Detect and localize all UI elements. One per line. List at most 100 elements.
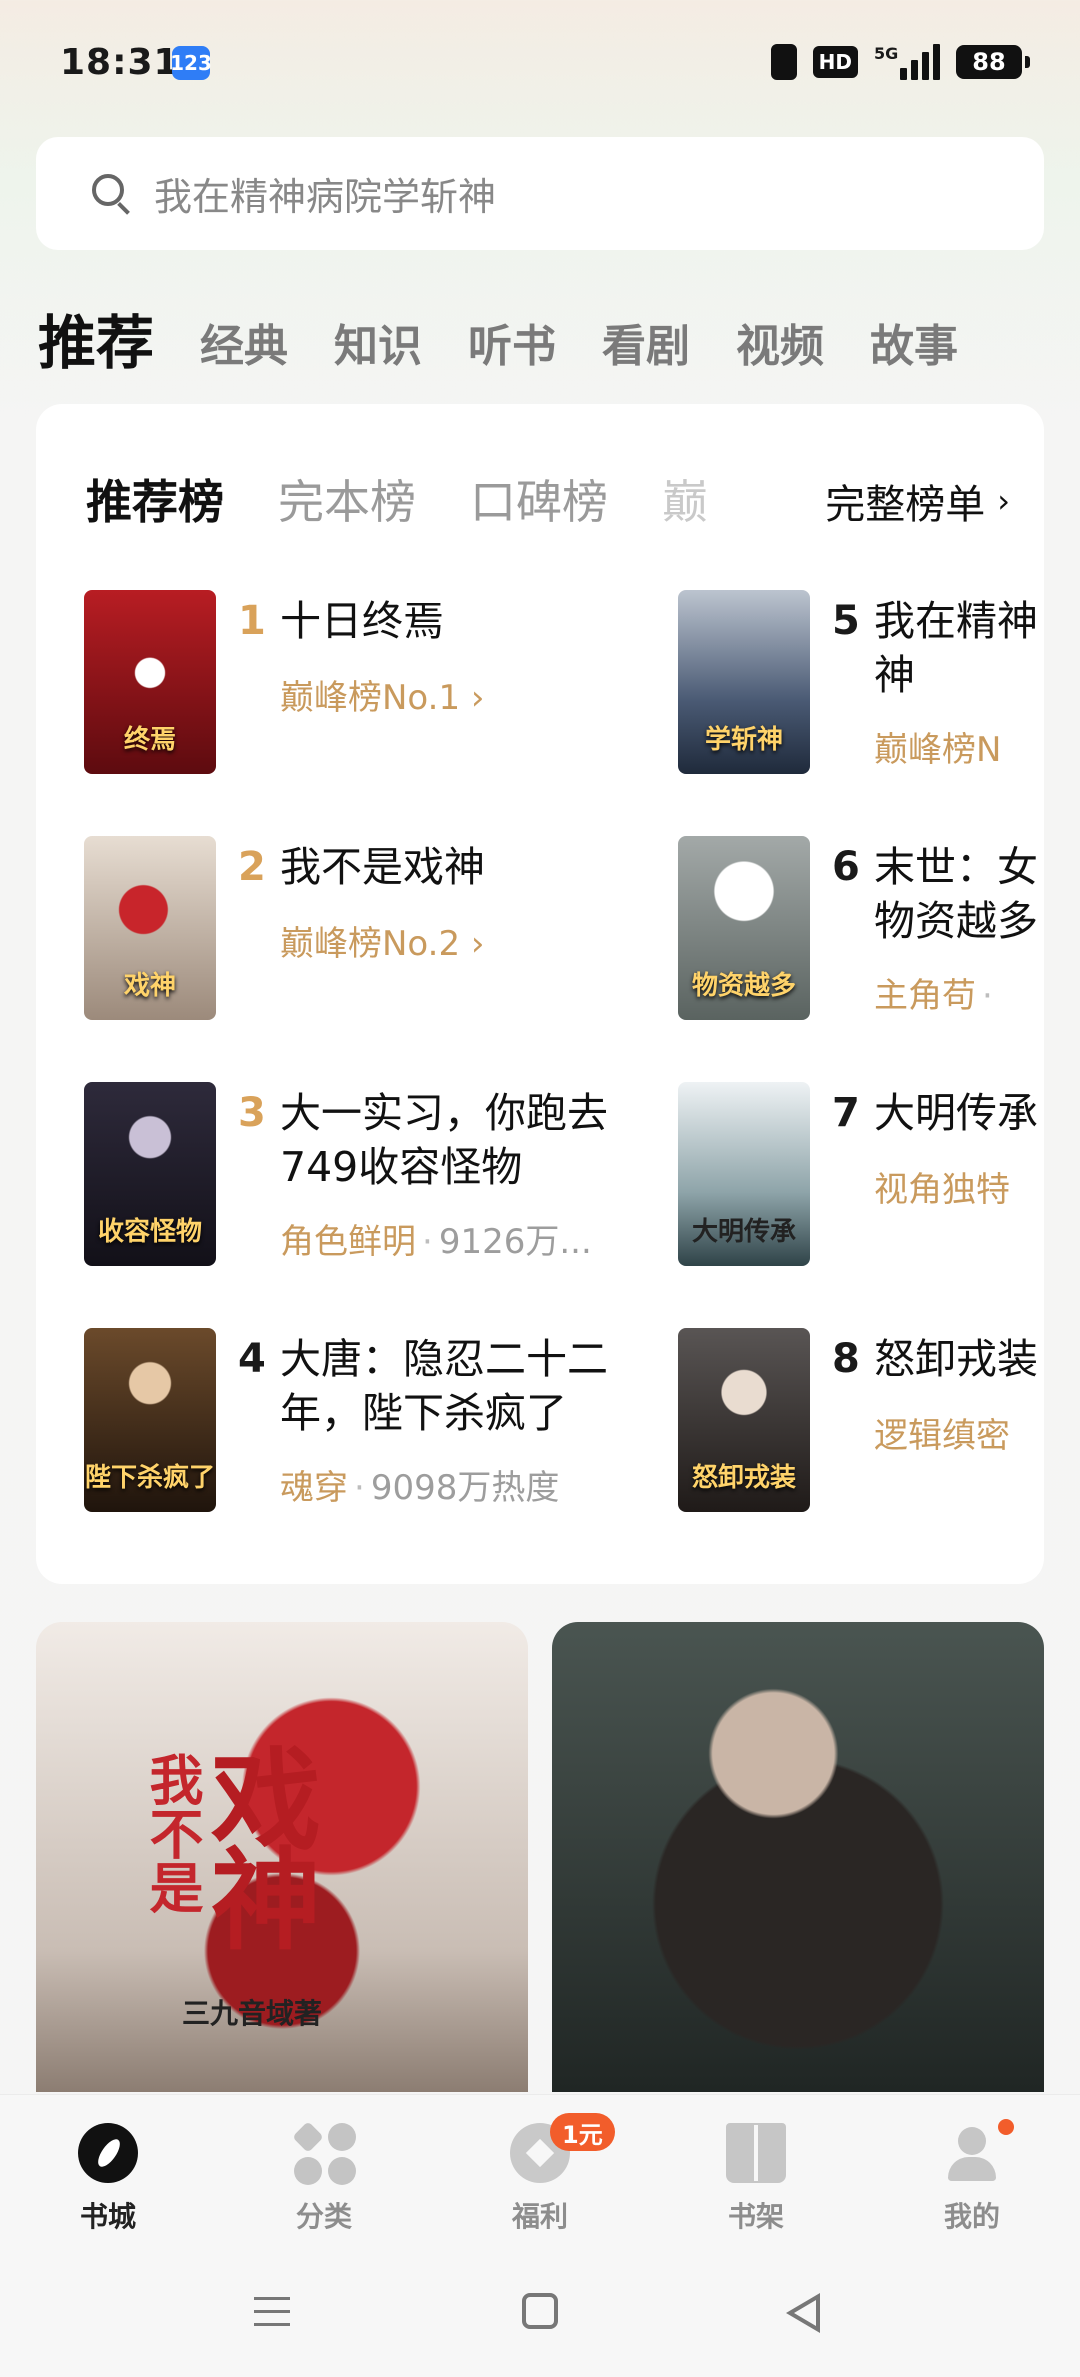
menu-icon[interactable] bbox=[254, 2297, 290, 2327]
book-title: 我不是戏神 bbox=[280, 843, 485, 891]
network-type: 5G bbox=[874, 44, 899, 63]
home-icon[interactable] bbox=[522, 2293, 558, 2329]
vibrate-icon bbox=[770, 44, 797, 80]
book-tag: 魂穿 bbox=[280, 1468, 348, 1508]
battery-icon: 88 bbox=[956, 45, 1030, 79]
signal-icon: 5G bbox=[874, 44, 940, 80]
search-placeholder: 我在精神病院学斩神 bbox=[154, 175, 497, 219]
book-title-line2: 物资越多 bbox=[874, 897, 1038, 945]
book-icon bbox=[726, 2123, 786, 2183]
book-item[interactable]: 物资越多 6 末世：女 物资越多 主角苟 · bbox=[678, 836, 1044, 1026]
featured-author: 三九音域著 bbox=[182, 1997, 323, 2030]
featured-title: 戏神 bbox=[192, 1742, 320, 1942]
book-cover: 终焉 bbox=[84, 590, 216, 774]
book-item[interactable]: 戏神 2 我不是戏神 巅峰榜No.2 › bbox=[84, 836, 644, 1026]
tab-classic[interactable]: 经典 bbox=[200, 310, 288, 380]
tab-drama[interactable]: 看剧 bbox=[602, 310, 690, 380]
nav-bookshelf[interactable]: 书架 bbox=[648, 2117, 864, 2235]
rank-number: 2 bbox=[238, 844, 266, 890]
search-bar[interactable]: 我在精神病院学斩神 bbox=[36, 137, 1044, 250]
book-cover: 怒卸戎装 bbox=[678, 1328, 810, 1512]
nav-label: 书架 bbox=[727, 2200, 784, 2233]
book-item[interactable]: 终焉 1 十日终焉 巅峰榜No.1 › bbox=[84, 590, 644, 780]
book-title: 十日终焉 bbox=[280, 597, 444, 645]
rank-number: 6 bbox=[832, 844, 860, 890]
book-meta: 视角独特 bbox=[874, 1170, 1010, 1210]
featured-book-cover[interactable]: 我不是 戏神 三九音域著 bbox=[36, 1622, 528, 2092]
book-meta[interactable]: 巅峰榜N bbox=[874, 722, 1001, 771]
book-cover: 大明传承 bbox=[678, 1082, 810, 1266]
category-grid-icon bbox=[292, 2121, 356, 2185]
book-tag: 主角苟 bbox=[874, 976, 976, 1016]
category-tabs: 推荐 经典 知识 听书 看剧 视频 故事 bbox=[38, 290, 1080, 380]
bottom-navigation: 书城 分类 1元 福利 书架 我的 bbox=[0, 2094, 1080, 2377]
book-meta: 角色鲜明 · 9126万... bbox=[280, 1222, 592, 1262]
rank-number: 4 bbox=[238, 1336, 266, 1382]
rank-number: 8 bbox=[832, 1336, 860, 1382]
tab-recommend[interactable]: 推荐 bbox=[38, 296, 154, 380]
back-icon[interactable] bbox=[786, 2293, 820, 2333]
full-ranking-label: 完整榜单 bbox=[825, 482, 986, 528]
notification-dot bbox=[998, 2119, 1014, 2135]
nav-label: 书城 bbox=[79, 2200, 136, 2233]
status-indicators: HD 5G 88 bbox=[770, 44, 1030, 80]
book-item[interactable]: 怒卸戎装 8 怒卸戎装 逻辑缜密 bbox=[678, 1328, 1044, 1518]
book-item[interactable]: 陛下杀疯了 4 大唐：隐忍二十二年，陛下杀疯了 魂穿 · 9098万热度 bbox=[84, 1328, 644, 1518]
book-title: 怒卸戎装 bbox=[874, 1335, 1038, 1383]
ranking-tabs: 推荐榜 完本榜 口碑榜 巅 bbox=[86, 464, 708, 534]
notification-badge-icon: 123 bbox=[170, 46, 212, 80]
featured-book-cover[interactable] bbox=[552, 1622, 1044, 2092]
tab-knowledge[interactable]: 知识 bbox=[334, 310, 422, 380]
book-meta: 逻辑缜密 bbox=[874, 1416, 1010, 1456]
ranking-tab-completed[interactable]: 完本榜 bbox=[278, 466, 416, 532]
system-navigation bbox=[0, 2285, 1080, 2345]
full-ranking-link[interactable]: 完整榜单 › bbox=[805, 466, 1010, 536]
book-cover: 物资越多 bbox=[678, 836, 810, 1020]
nav-profile[interactable]: 我的 bbox=[864, 2117, 1080, 2235]
tab-audiobook[interactable]: 听书 bbox=[468, 310, 556, 380]
book-meta: 主角苟 · bbox=[874, 976, 993, 1016]
ranking-tab-recommend[interactable]: 推荐榜 bbox=[86, 466, 224, 532]
tab-video[interactable]: 视频 bbox=[736, 310, 824, 380]
book-title: 大唐：隐忍二十二年，陛下杀疯了 bbox=[280, 1335, 608, 1437]
nav-label: 福利 bbox=[511, 2200, 568, 2233]
tab-story[interactable]: 故事 bbox=[870, 310, 958, 380]
rank-number: 3 bbox=[238, 1090, 266, 1136]
book-heat: 9098万热度 bbox=[370, 1468, 560, 1508]
ranking-tab-reputation[interactable]: 口碑榜 bbox=[470, 466, 608, 532]
status-time: 18:31 bbox=[60, 42, 180, 83]
rank-number: 1 bbox=[238, 598, 266, 644]
rank-number: 5 bbox=[832, 598, 860, 644]
nav-bookstore[interactable]: 书城 bbox=[0, 2117, 216, 2235]
nav-label: 我的 bbox=[943, 2200, 1000, 2233]
book-cover: 陛下杀疯了 bbox=[84, 1328, 216, 1512]
status-bar: 18:31 123 HD 5G 88 bbox=[0, 0, 1080, 130]
book-meta: 魂穿 · 9098万热度 bbox=[280, 1468, 560, 1508]
book-title-line2: 神 bbox=[874, 651, 915, 699]
book-item[interactable]: 大明传承 7 大明传承 视角独特 bbox=[678, 1082, 1044, 1272]
ranking-card: 推荐榜 完本榜 口碑榜 巅 完整榜单 › 终焉 1 十日终焉 巅峰榜No.1 ›… bbox=[36, 404, 1044, 1584]
nav-category[interactable]: 分类 bbox=[216, 2117, 432, 2235]
book-cover: 戏神 bbox=[84, 836, 216, 1020]
book-title: 大明传承 bbox=[874, 1089, 1038, 1137]
search-icon bbox=[92, 173, 132, 214]
ranking-tab-peak[interactable]: 巅 bbox=[662, 466, 708, 532]
book-tag: 角色鲜明 bbox=[280, 1222, 416, 1262]
compass-icon bbox=[78, 2123, 138, 2183]
nav-label: 分类 bbox=[295, 2200, 352, 2233]
book-item[interactable]: 学斩神 5 我在精神 神 巅峰榜N bbox=[678, 590, 1044, 780]
book-item[interactable]: 收容怪物 3 大一实习，你跑去749收容怪物 角色鲜明 · 9126万... bbox=[84, 1082, 644, 1272]
book-title: 大一实习，你跑去749收容怪物 bbox=[280, 1089, 608, 1191]
book-heat: 9126万... bbox=[438, 1222, 592, 1262]
book-title: 末世：女 bbox=[874, 843, 1038, 891]
nav-welfare[interactable]: 1元 福利 bbox=[432, 2113, 648, 2235]
book-title: 我在精神 bbox=[874, 597, 1038, 645]
book-cover: 收容怪物 bbox=[84, 1082, 216, 1266]
chevron-right-icon: › bbox=[997, 482, 1010, 520]
hd-icon: HD bbox=[812, 46, 858, 78]
rank-number: 7 bbox=[832, 1090, 860, 1136]
book-meta[interactable]: 巅峰榜No.2 › bbox=[280, 916, 484, 965]
user-icon bbox=[942, 2123, 1002, 2183]
book-meta[interactable]: 巅峰榜No.1 › bbox=[280, 670, 484, 719]
book-cover: 学斩神 bbox=[678, 590, 810, 774]
